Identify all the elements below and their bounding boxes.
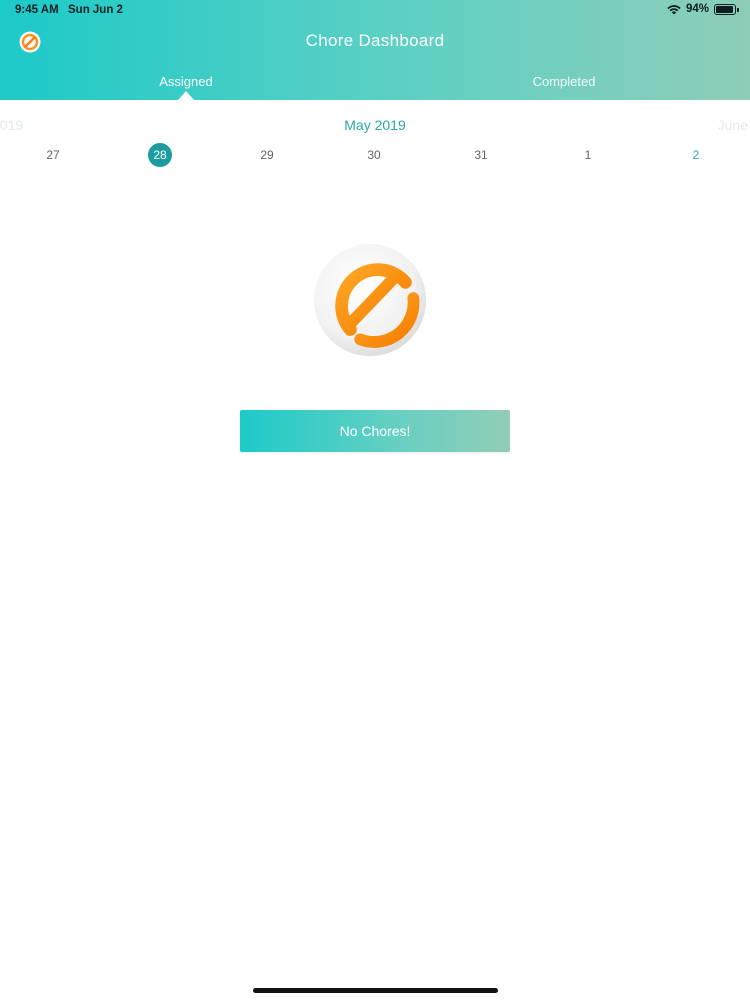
no-chores-button[interactable]: No Chores! <box>240 410 510 452</box>
status-time: 9:45 AM <box>15 4 59 16</box>
header-bar: 9:45 AM Sun Jun 2 94% Chore Dashboard As… <box>0 0 750 100</box>
day-1[interactable]: 1 <box>575 143 601 167</box>
active-tab-indicator <box>178 91 194 100</box>
day-31[interactable]: 31 <box>468 143 494 167</box>
current-month-label: May 2019 <box>344 117 406 133</box>
day-30[interactable]: 30 <box>361 143 387 167</box>
tab-assigned[interactable]: Assigned <box>86 74 286 89</box>
day-28-selected[interactable]: 28 <box>148 143 172 167</box>
status-date: Sun Jun 2 <box>68 4 123 16</box>
tab-completed[interactable]: Completed <box>464 74 664 89</box>
home-indicator[interactable] <box>253 988 498 993</box>
next-month-label[interactable]: June <box>718 117 748 133</box>
battery-percentage: 94% <box>685 3 709 15</box>
month-scroller[interactable]: 2019 May 2019 June <box>0 117 750 135</box>
day-2-today[interactable]: 2 <box>683 143 709 167</box>
status-indicators: 94% <box>667 3 739 15</box>
status-bar: 9:45 AM Sun Jun 2 94% <box>0 0 750 22</box>
empty-state-logo-icon <box>313 243 427 357</box>
page-title: Chore Dashboard <box>305 31 445 50</box>
wifi-icon <box>667 4 681 14</box>
battery-fill <box>716 5 733 13</box>
day-strip: 27 28 29 30 31 1 2 <box>0 143 750 167</box>
battery-icon <box>714 3 739 15</box>
day-27[interactable]: 27 <box>40 143 66 167</box>
day-29[interactable]: 29 <box>254 143 280 167</box>
